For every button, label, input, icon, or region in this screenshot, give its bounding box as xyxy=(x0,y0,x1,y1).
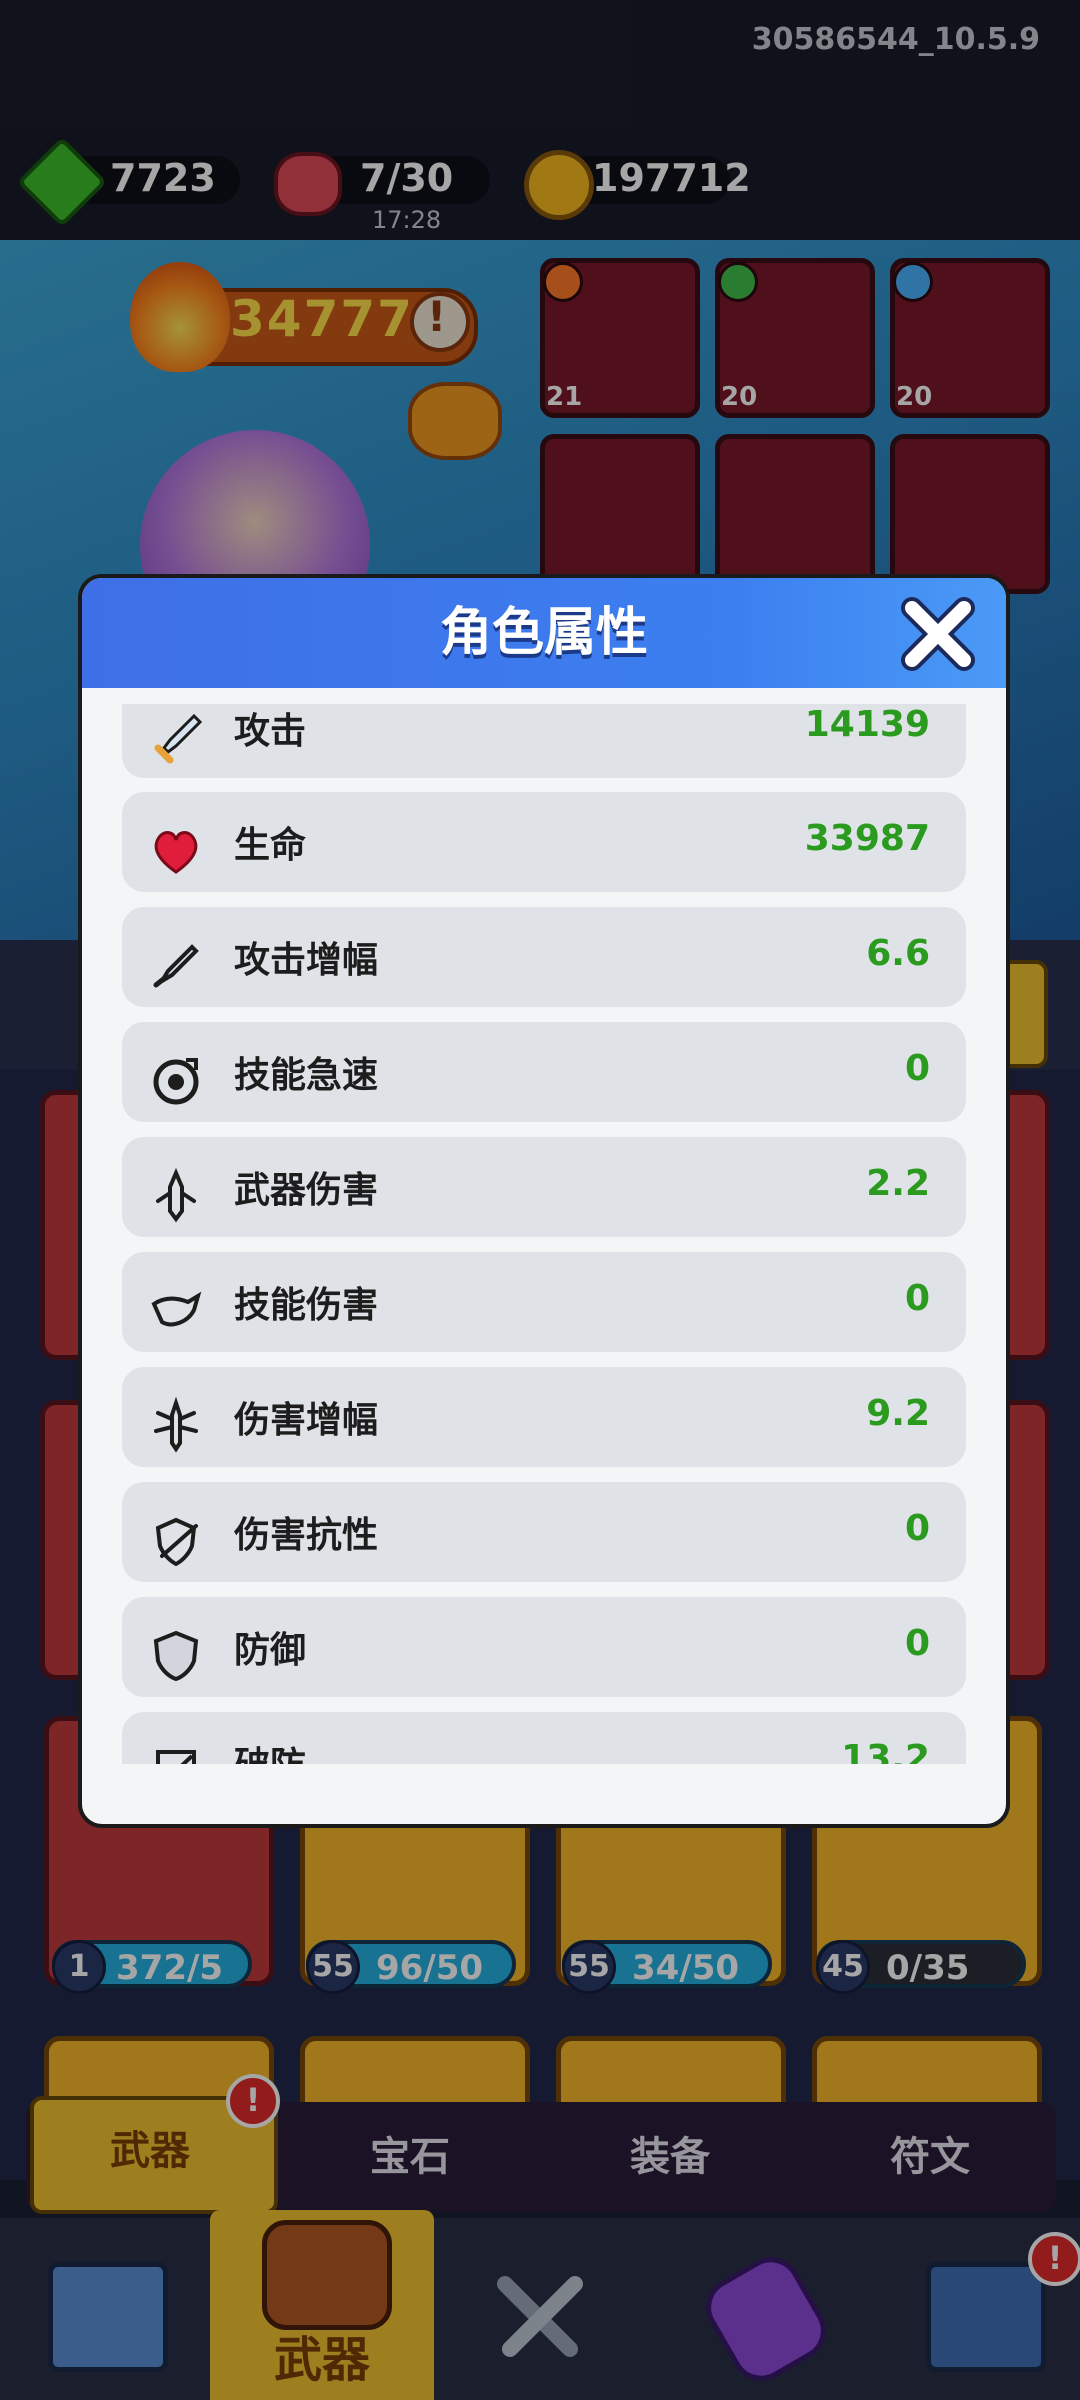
close-icon xyxy=(901,597,975,671)
attributes-dialog: 角色属性 攻击 14139 生命 33987 攻击增幅 6.6 技能急速 0 武… xyxy=(78,574,1010,1828)
shield-icon xyxy=(153,1630,199,1682)
stat-row-weapon-damage: 武器伤害 2.2 xyxy=(122,1137,966,1237)
stat-row-armor-break: 破防 13.2 xyxy=(122,1712,966,1764)
stat-row-skill-haste: 技能急速 0 xyxy=(122,1022,966,1122)
stat-row-attack-boost: 攻击增幅 6.6 xyxy=(122,907,966,1007)
stat-row-defense: 防御 0 xyxy=(122,1597,966,1697)
skill-damage-icon xyxy=(151,1291,202,1327)
weapon-damage-icon xyxy=(156,1167,196,1223)
armor-break-icon xyxy=(156,1750,196,1764)
close-button[interactable] xyxy=(898,594,978,674)
stat-row-health: 生命 33987 xyxy=(122,792,966,892)
sword-icon xyxy=(154,713,203,764)
skill-haste-icon xyxy=(153,1058,199,1105)
damage-resist-icon xyxy=(155,1517,198,1567)
stat-row-skill-damage: 技能伤害 0 xyxy=(122,1252,966,1352)
stat-row-damage-resist: 伤害抗性 0 xyxy=(122,1482,966,1582)
stats-list[interactable]: 攻击 14139 生命 33987 攻击增幅 6.6 技能急速 0 武器伤害 2… xyxy=(122,704,966,1764)
attack-boost-icon xyxy=(153,944,199,988)
stat-row-damage-boost: 伤害增幅 9.2 xyxy=(122,1367,966,1467)
dialog-title: 角色属性 xyxy=(439,603,648,663)
heart-icon xyxy=(154,831,198,874)
stat-row-attack: 攻击 14139 xyxy=(122,704,966,778)
damage-boost-icon xyxy=(154,1397,198,1453)
